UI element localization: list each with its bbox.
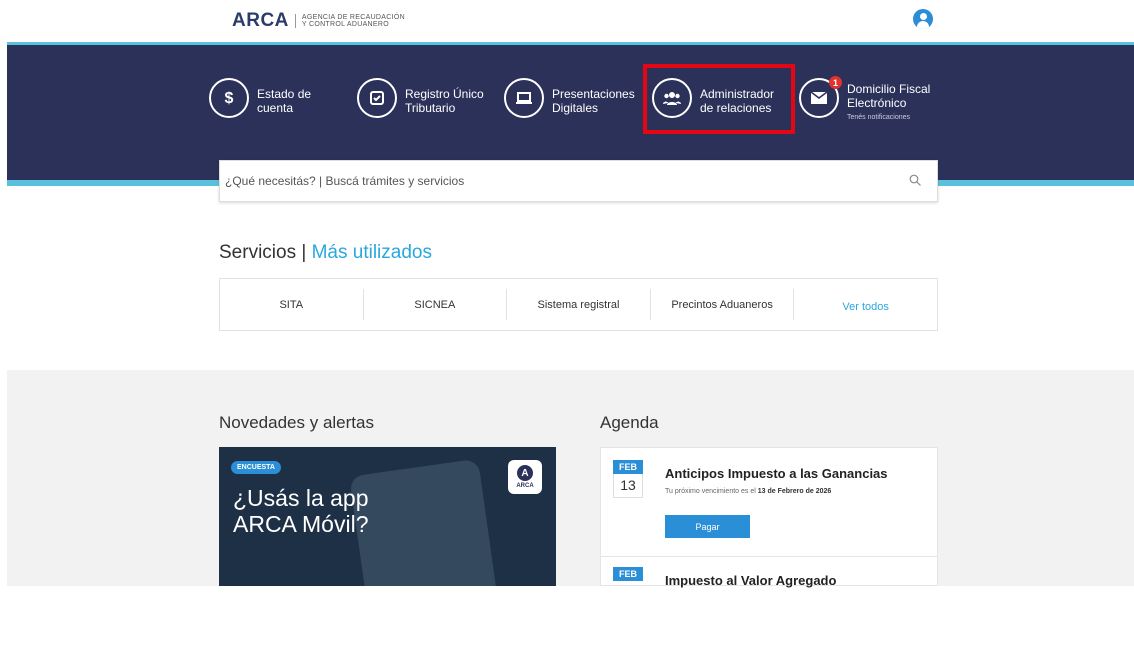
hero-top-accent (7, 42, 1134, 45)
arca-logo[interactable]: ARCA AGENCIA DE RECAUDACIÓN Y CONTROL AD… (232, 10, 405, 32)
laptop-icon (504, 78, 544, 118)
news-title: Novedades y alertas (219, 413, 374, 432)
search-input[interactable]: ¿Qué necesitás? | Buscá trámites y servi… (219, 160, 938, 202)
search-icon[interactable] (909, 174, 921, 186)
quick-access-domicilio-fiscal[interactable]: 1 Domicilio Fiscal Electrónico Tenés noti… (799, 76, 930, 125)
logo-subtitle-line2: Y CONTROL ADUANERO (301, 21, 389, 28)
svg-text:$: $ (225, 90, 234, 107)
user-account-icon[interactable] (913, 9, 933, 29)
highlight-box (643, 64, 795, 134)
service-sita[interactable]: SITA (220, 289, 364, 320)
quick-access-label: Domicilio Fiscal Electrónico Tenés notifi… (847, 82, 930, 125)
pay-button[interactable]: Pagar (665, 515, 750, 538)
service-precintos-aduaneros[interactable]: Precintos Aduaneros (651, 289, 795, 320)
agenda-title: Agenda (600, 413, 659, 432)
quick-access-presentaciones[interactable]: Presentaciones Digitales (504, 78, 635, 118)
lower-section (7, 370, 1134, 586)
notification-subtext: Tenés notificaciones (847, 114, 911, 121)
agenda-event: FEB Impuesto al Valor Agregado (601, 557, 937, 665)
search-placeholder: ¿Qué necesitás? | Buscá trámites y servi… (225, 174, 465, 188)
event-title[interactable]: Anticipos Impuesto a las Ganancias (665, 466, 888, 481)
service-sistema-registral[interactable]: Sistema registral (507, 289, 651, 320)
quick-access-label: Estado de cuenta (257, 87, 312, 115)
check-document-icon (357, 78, 397, 118)
services-title: Servicios | Más utilizados (219, 242, 432, 263)
quick-access-estado-de-cuenta[interactable]: $ Estado de cuenta (209, 78, 311, 118)
card-question: ¿Usás la app ARCA Móvil? (233, 485, 369, 537)
event-date: FEB 13 (613, 460, 643, 498)
arca-app-icon: A ARCA (508, 460, 542, 494)
ver-todos-link[interactable]: Ver todos (794, 293, 937, 320)
top-bar: ARCA AGENCIA DE RECAUDACIÓN Y CONTROL AD… (0, 0, 1134, 42)
envelope-icon: 1 (799, 76, 842, 118)
agenda-list: FEB 13 Anticipos Impuesto a las Ganancia… (600, 447, 938, 588)
services-list: SITA SICNEA Sistema registral Precintos … (219, 278, 938, 331)
card-tag: ENCUESTA (231, 461, 281, 474)
quick-access-label: Registro Único Tributario (405, 87, 484, 115)
news-card[interactable]: ENCUESTA ¿Usás la app ARCA Móvil? A ARCA (219, 447, 556, 586)
quick-access-label: Presentaciones Digitales (552, 87, 635, 115)
logo-text: ARCA (232, 10, 289, 31)
service-sicnea[interactable]: SICNEA (364, 289, 508, 320)
notification-badge: 1 (829, 76, 842, 89)
quick-access-registro-unico[interactable]: Registro Único Tributario (357, 78, 484, 118)
agenda-event: FEB 13 Anticipos Impuesto a las Ganancia… (601, 448, 937, 556)
phone-image (349, 458, 499, 586)
logo-subtitle-line1: AGENCIA DE RECAUDACIÓN (301, 14, 405, 21)
event-date: FEB (613, 567, 643, 581)
event-subtitle: Tu próximo vencimiento es el 13 de Febre… (665, 488, 832, 495)
logo-separator (294, 14, 296, 28)
dollar-icon: $ (209, 78, 249, 118)
logo-subtitle: AGENCIA DE RECAUDACIÓN Y CONTROL ADUANER… (302, 14, 405, 28)
